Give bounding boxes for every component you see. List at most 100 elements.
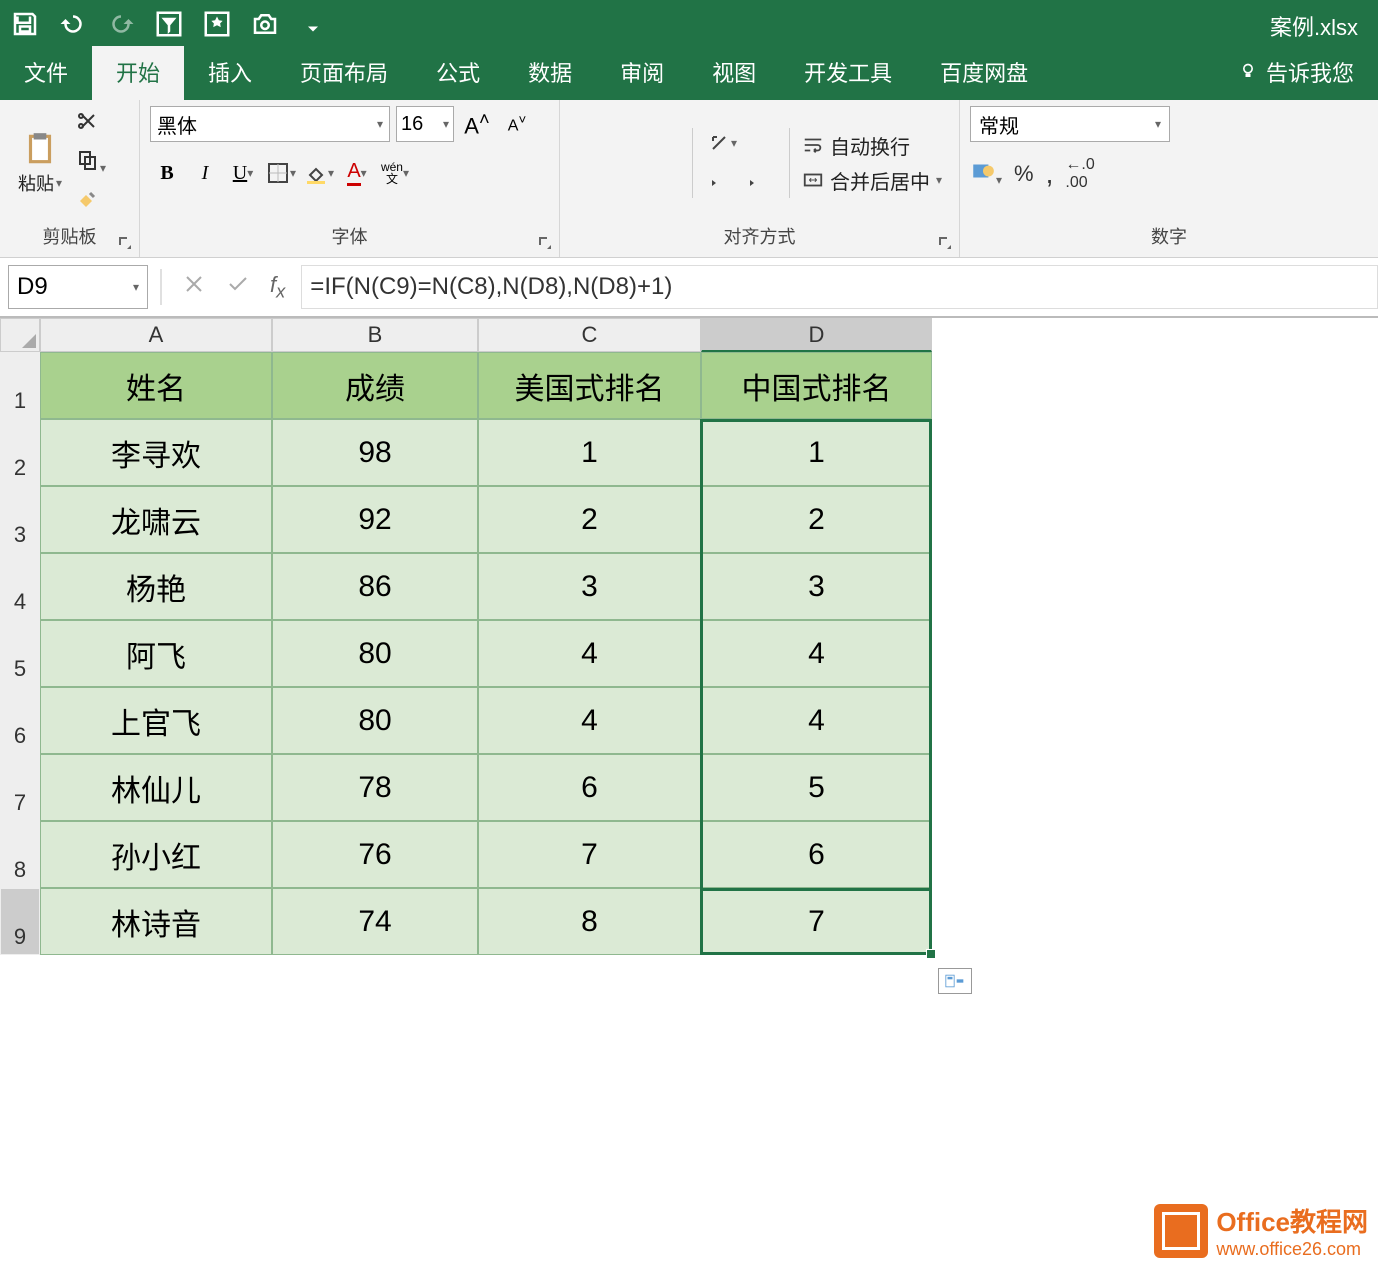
cell[interactable]: 姓名 <box>40 352 272 419</box>
cell[interactable]: 80 <box>272 620 478 687</box>
paste-button[interactable]: 粘贴▾ <box>10 123 70 203</box>
col-header[interactable]: A <box>40 318 272 352</box>
cell[interactable]: 1 <box>701 419 932 486</box>
cell[interactable]: 86 <box>272 553 478 620</box>
cell[interactable]: 李寻欢 <box>40 419 272 486</box>
cell[interactable]: 7 <box>478 821 701 888</box>
cell[interactable]: 74 <box>272 888 478 955</box>
redo-icon[interactable] <box>106 9 136 44</box>
row-header[interactable]: 8 <box>0 821 40 888</box>
dialog-launcher-icon[interactable] <box>117 235 133 251</box>
tab-baidu[interactable]: 百度网盘 <box>916 46 1052 100</box>
row-header[interactable]: 3 <box>0 486 40 553</box>
grow-font-icon[interactable]: A˄ <box>460 107 494 141</box>
copy-icon[interactable]: ▾ <box>76 148 106 177</box>
font-color-icon[interactable]: A▾ <box>340 156 374 190</box>
cell[interactable]: 孙小红 <box>40 821 272 888</box>
cell[interactable]: 3 <box>478 553 701 620</box>
cell[interactable]: 92 <box>272 486 478 553</box>
cell[interactable]: 中国式排名 <box>701 352 932 419</box>
decrease-indent-icon[interactable] <box>705 166 739 200</box>
row-header[interactable]: 4 <box>0 553 40 620</box>
tab-data[interactable]: 数据 <box>504 46 596 100</box>
favorites-icon[interactable] <box>202 9 232 44</box>
cell[interactable]: 4 <box>478 620 701 687</box>
align-top-icon[interactable] <box>570 127 604 161</box>
tab-file[interactable]: 文件 <box>0 46 92 100</box>
fill-color-icon[interactable]: ▾ <box>302 156 336 190</box>
qat-more-icon[interactable] <box>298 9 328 44</box>
phonetic-icon[interactable]: wén文▾ <box>378 156 412 190</box>
cell[interactable]: 林仙儿 <box>40 754 272 821</box>
cell[interactable]: 6 <box>701 821 932 888</box>
increase-indent-icon[interactable] <box>743 166 777 200</box>
fx-icon[interactable]: fx <box>270 272 285 302</box>
cell[interactable]: 上官飞 <box>40 687 272 754</box>
row-header[interactable]: 7 <box>0 754 40 821</box>
quick-filter-icon[interactable] <box>154 9 184 44</box>
cell[interactable]: 76 <box>272 821 478 888</box>
tab-layout[interactable]: 页面布局 <box>276 46 412 100</box>
cell[interactable]: 1 <box>478 419 701 486</box>
formula-input[interactable]: =IF(N(C9)=N(C8),N(D8),N(D8)+1) <box>301 265 1378 309</box>
number-format-select[interactable]: 常规▾ <box>970 106 1170 142</box>
borders-icon[interactable]: ▾ <box>264 156 298 190</box>
autofill-options-icon[interactable] <box>938 968 972 994</box>
cell[interactable]: 2 <box>478 486 701 553</box>
tab-formula[interactable]: 公式 <box>412 46 504 100</box>
align-bottom-icon[interactable] <box>646 127 680 161</box>
font-name-select[interactable]: 黑体▾ <box>150 106 390 142</box>
increase-decimal-icon[interactable]: ←.0.00 <box>1065 156 1094 192</box>
name-box[interactable]: D9▾ <box>8 265 148 309</box>
cell[interactable]: 杨艳 <box>40 553 272 620</box>
fill-handle[interactable] <box>926 949 936 959</box>
data-grid[interactable]: 姓名 成绩 美国式排名 中国式排名 李寻欢 98 1 1 龙啸云 92 2 2 … <box>40 352 932 955</box>
cancel-icon[interactable] <box>182 272 206 302</box>
bold-button[interactable]: B <box>150 156 184 190</box>
cell[interactable]: 林诗音 <box>40 888 272 955</box>
format-painter-icon[interactable] <box>76 187 106 216</box>
cell[interactable]: 3 <box>701 553 932 620</box>
cell[interactable]: 6 <box>478 754 701 821</box>
tab-review[interactable]: 审阅 <box>596 46 688 100</box>
merge-center-button[interactable]: 合并后居中▾ <box>802 166 942 195</box>
underline-button[interactable]: U▾ <box>226 156 260 190</box>
row-header[interactable]: 6 <box>0 687 40 754</box>
font-size-select[interactable]: 16▾ <box>396 106 454 142</box>
select-all-corner[interactable] <box>0 318 40 352</box>
undo-icon[interactable] <box>58 9 88 44</box>
cell[interactable]: 成绩 <box>272 352 478 419</box>
orientation-icon[interactable]: ▾ <box>705 126 739 160</box>
dialog-launcher-icon[interactable] <box>537 235 553 251</box>
tab-insert[interactable]: 插入 <box>184 46 276 100</box>
row-header[interactable]: 1 <box>0 352 40 419</box>
comma-button[interactable]: , <box>1046 158 1054 190</box>
cut-icon[interactable] <box>76 109 106 138</box>
camera-icon[interactable] <box>250 9 280 44</box>
cell[interactable]: 2 <box>701 486 932 553</box>
cell[interactable]: 5 <box>701 754 932 821</box>
cell[interactable]: 7 <box>701 888 932 955</box>
cell[interactable]: 98 <box>272 419 478 486</box>
tab-view[interactable]: 视图 <box>688 46 780 100</box>
accounting-format-icon[interactable]: ▾ <box>970 158 1002 190</box>
cell[interactable]: 8 <box>478 888 701 955</box>
cell[interactable]: 美国式排名 <box>478 352 701 419</box>
italic-button[interactable]: I <box>188 156 222 190</box>
col-header[interactable]: B <box>272 318 478 352</box>
cell[interactable]: 龙啸云 <box>40 486 272 553</box>
cell[interactable]: 80 <box>272 687 478 754</box>
wrap-text-button[interactable]: 自动换行 <box>802 131 942 160</box>
cell[interactable]: 78 <box>272 754 478 821</box>
col-header[interactable]: D <box>701 318 932 352</box>
cell[interactable]: 4 <box>478 687 701 754</box>
cell[interactable]: 4 <box>701 687 932 754</box>
dialog-launcher-icon[interactable] <box>937 235 953 251</box>
row-header[interactable]: 2 <box>0 419 40 486</box>
tab-tellme[interactable]: 告诉我您 <box>1214 46 1378 100</box>
percent-button[interactable]: % <box>1014 161 1034 187</box>
col-header[interactable]: C <box>478 318 701 352</box>
tab-dev[interactable]: 开发工具 <box>780 46 916 100</box>
worksheet[interactable]: 1 2 3 4 5 6 7 8 9 A B C D 姓名 成绩 美国式排名 中国… <box>0 318 1378 955</box>
save-icon[interactable] <box>10 9 40 44</box>
